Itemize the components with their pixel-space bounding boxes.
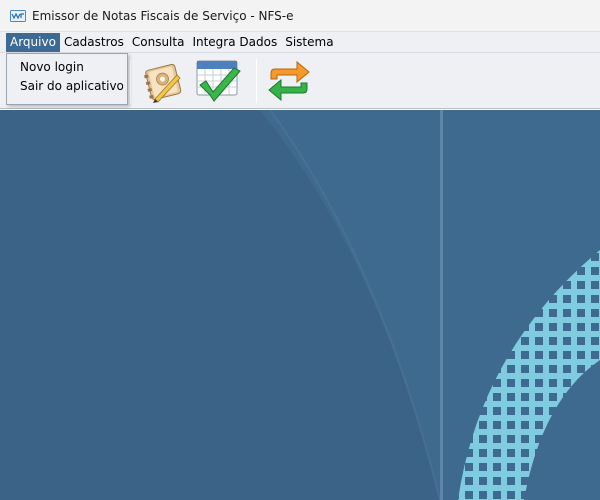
menu-sistema[interactable]: Sistema (281, 33, 337, 52)
sync-arrows-icon (268, 60, 310, 102)
window-titlebar[interactable]: Emissor de Notas Fiscais de Serviço - NF… (0, 0, 600, 32)
toolbar-separator (256, 59, 257, 103)
menubar: Arquivo Cadastros Consulta Integra Dados… (0, 32, 600, 53)
window-title: Emissor de Notas Fiscais de Serviço - NF… (32, 8, 294, 23)
arquivo-dropdown-menu: Novo login Sair do aplicativo (6, 53, 128, 105)
cadastro-toolbar-button[interactable] (138, 57, 188, 105)
agenda-toolbar-button[interactable] (194, 57, 244, 105)
menu-integra-dados[interactable]: Integra Dados (188, 33, 281, 52)
menu-arquivo[interactable]: Arquivo (6, 32, 60, 52)
desktop-background (0, 110, 600, 500)
calendar-check-icon (196, 60, 241, 102)
menu-item-novo-login[interactable]: Novo login (7, 58, 127, 77)
background-pattern (0, 110, 600, 500)
menu-item-sair-do-aplicativo[interactable]: Sair do aplicativo (7, 77, 127, 96)
integra-toolbar-button[interactable] (264, 57, 314, 105)
address-book-icon (144, 63, 182, 103)
menu-cadastros[interactable]: Cadastros (60, 33, 128, 52)
toolbar-separator (130, 59, 131, 103)
menu-consulta[interactable]: Consulta (128, 33, 189, 52)
app-icon (10, 9, 26, 22)
